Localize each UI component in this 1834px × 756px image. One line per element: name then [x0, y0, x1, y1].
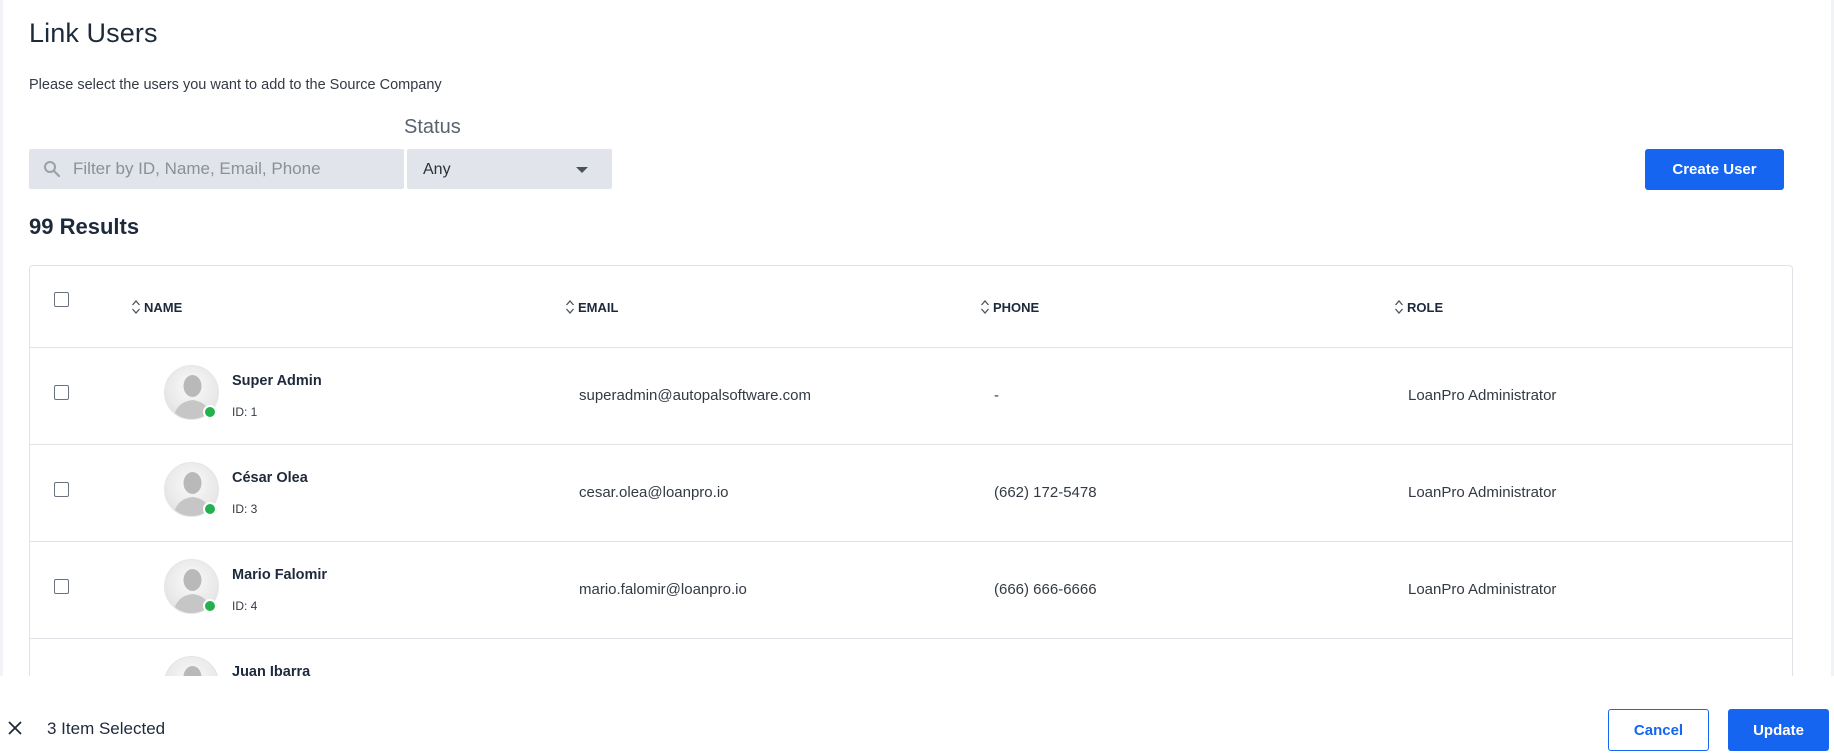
user-name: Super Admin [232, 373, 322, 389]
caret-down-icon [576, 167, 588, 173]
sort-icon [981, 300, 989, 314]
column-header-name[interactable]: NAME [131, 299, 182, 315]
column-header-label: NAME [144, 299, 183, 315]
close-icon[interactable] [6, 719, 24, 737]
user-id: ID: 1 [232, 405, 258, 419]
user-name: César Olea [232, 470, 308, 486]
selection-bar [0, 676, 1834, 756]
update-button[interactable]: Update [1728, 709, 1829, 751]
online-status-dot [203, 599, 217, 613]
row-checkbox[interactable] [54, 579, 69, 594]
online-status-dot [203, 405, 217, 419]
user-phone: (666) 666-6666 [994, 581, 1097, 598]
user-role: LoanPro Administrator [1408, 484, 1557, 501]
user-id: ID: 3 [232, 502, 258, 516]
page-title: Link Users [29, 18, 158, 48]
results-count: 99 Results [29, 214, 140, 239]
page-subtitle: Please select the users you want to add … [29, 77, 442, 93]
user-role: LoanPro Administrator [1408, 581, 1557, 598]
search-field[interactable] [29, 149, 404, 189]
table-header: NAME EMAIL PHONE ROLE [30, 266, 1792, 348]
cancel-button[interactable]: Cancel [1608, 709, 1709, 751]
status-select-value: Any [423, 161, 451, 178]
column-header-label: PHONE [993, 299, 1040, 315]
column-header-email[interactable]: EMAIL [565, 299, 618, 315]
link-users-page: Link Users Please select the users you w… [0, 0, 1834, 756]
search-icon [44, 161, 61, 178]
column-header-label: ROLE [1407, 299, 1444, 315]
column-header-role[interactable]: ROLE [1394, 299, 1443, 315]
search-input[interactable] [73, 149, 393, 189]
user-id: ID: 4 [232, 599, 258, 613]
sort-icon [132, 300, 140, 314]
sort-icon [1395, 300, 1403, 314]
user-email: cesar.olea@loanpro.io [579, 484, 729, 501]
user-role: LoanPro Administrator [1408, 387, 1557, 404]
user-email: mario.falomir@loanpro.io [579, 581, 747, 598]
selected-count: 3 Item Selected [47, 719, 166, 738]
column-header-label: EMAIL [578, 299, 619, 315]
users-table: NAME EMAIL PHONE ROLE Super Admin ID: 1 … [29, 265, 1793, 685]
left-divider [0, 0, 3, 676]
user-email: superadmin@autopalsoftware.com [579, 387, 812, 404]
user-name: Mario Falomir [232, 567, 328, 583]
user-phone: - [994, 387, 999, 404]
column-header-phone[interactable]: PHONE [980, 299, 1039, 315]
row-checkbox[interactable] [54, 482, 69, 497]
table-row[interactable]: Mario Falomir ID: 4 mario.falomir@loanpr… [30, 542, 1792, 639]
sort-icon [566, 300, 574, 314]
status-filter-label: Status [404, 116, 461, 138]
online-status-dot [203, 502, 217, 516]
table-row[interactable]: César Olea ID: 3 cesar.olea@loanpro.io (… [30, 445, 1792, 542]
select-all-checkbox[interactable] [54, 292, 69, 307]
table-row[interactable]: Super Admin ID: 1 superadmin@autopalsoft… [30, 348, 1792, 445]
row-checkbox[interactable] [54, 385, 69, 400]
create-user-button[interactable]: Create User [1645, 149, 1784, 190]
status-select[interactable]: Any [407, 149, 612, 189]
user-phone: (662) 172-5478 [994, 484, 1097, 501]
